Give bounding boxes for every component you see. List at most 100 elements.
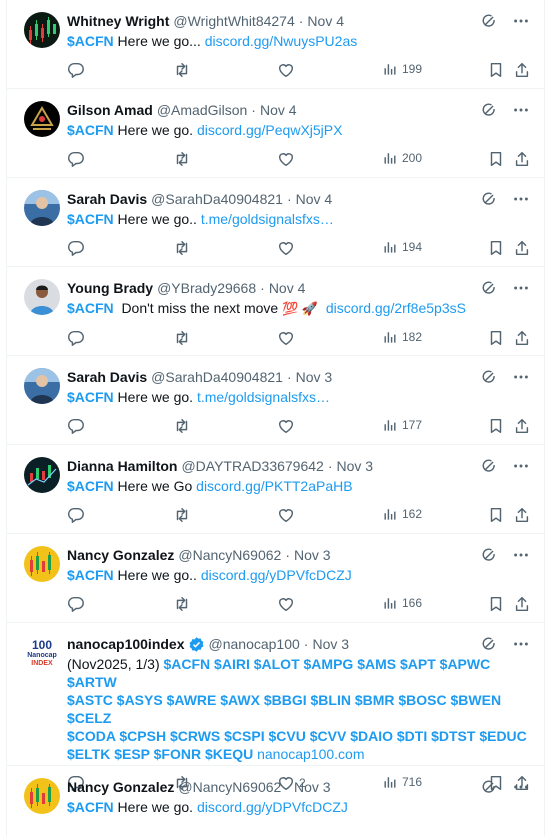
retweet-button[interactable] [173,329,191,347]
retweet-button[interactable] [173,506,191,524]
tweet-date[interactable]: Nov 3 [294,778,331,796]
views-button[interactable]: 166 [382,595,422,611]
like-button[interactable] [277,329,295,347]
tweet-date[interactable]: Nov 3 [294,546,331,564]
avatar[interactable] [24,457,60,493]
tweet[interactable]: Sarah Davis @SarahDa40904821 · Nov 4 $AC… [7,178,544,267]
share-button[interactable] [513,329,531,347]
share-button[interactable] [513,239,531,257]
tweet-date[interactable]: Nov 4 [307,12,344,30]
author-handle[interactable]: @NancyN69062 [178,778,281,796]
cashtag[interactable]: $ACFN [67,389,114,405]
like-button[interactable] [277,595,295,613]
bookmark-button[interactable] [487,506,505,524]
tweet-link[interactable]: discord.gg/NwuysPU2as [205,33,358,49]
avatar[interactable] [24,778,60,814]
author-name[interactable]: Young Brady [67,279,153,297]
tweet-date[interactable]: Nov 4 [260,101,297,119]
avatar[interactable] [24,101,60,137]
retweet-button[interactable] [173,239,191,257]
author-handle[interactable]: @WrightWhit84274 [173,12,294,30]
share-button[interactable] [513,150,531,168]
grok-icon[interactable] [480,635,498,653]
share-button[interactable] [513,417,531,435]
author-handle[interactable]: @DAYTRAD33679642 [181,457,323,475]
tweet-date[interactable]: Nov 3 [312,635,349,653]
cashtag[interactable]: $ACFN [67,211,114,227]
author-handle[interactable]: @nanocap100 [209,635,300,653]
retweet-button[interactable] [173,417,191,435]
views-button[interactable]: 199 [382,61,422,77]
tweet-link[interactable]: t.me/goldsignalsfxs… [197,389,330,405]
views-button[interactable]: 177 [382,417,422,433]
bookmark-button[interactable] [487,329,505,347]
author-handle[interactable]: @SarahDa40904821 [151,190,283,208]
reply-button[interactable] [67,239,85,257]
views-button[interactable]: 200 [382,150,422,166]
share-button[interactable] [513,61,531,79]
tweet[interactable]: Young Brady @YBrady29668 · Nov 4 $ACFN D… [7,267,544,356]
tweet[interactable]: Nancy Gonzalez @NancyN69062 · Nov 3 $ACF… [7,766,544,836]
tweet[interactable]: Whitney Wright @WrightWhit84274 · Nov 4 … [7,0,544,89]
more-icon[interactable] [512,190,530,208]
cashtag[interactable]: $ACFN [67,122,114,138]
tweet[interactable]: Dianna Hamilton @DAYTRAD33679642 · Nov 3… [7,445,544,534]
more-icon[interactable] [512,279,530,297]
tweet-link[interactable]: t.me/goldsignalsfxs… [201,211,334,227]
more-icon[interactable] [512,635,530,653]
grok-icon[interactable] [480,546,498,564]
tweet-link[interactable]: discord.gg/2rf8e5p3sS [326,300,466,316]
tweet-link[interactable]: discord.gg/PeqwXj5jPX [197,122,343,138]
grok-icon[interactable] [480,12,498,30]
avatar[interactable]: 100 Nanocap INDEX [24,635,60,671]
tweet-date[interactable]: Nov 3 [296,368,333,386]
bookmark-button[interactable] [487,239,505,257]
grok-icon[interactable] [480,279,498,297]
author-name[interactable]: Dianna Hamilton [67,457,177,475]
author-name[interactable]: Whitney Wright [67,12,169,30]
author-handle[interactable]: @AmadGilson [157,101,247,119]
cashtags-line-3[interactable]: $CODA $CPSH $CRWS $CSPI $CVU $CVV $DAIO … [67,728,527,744]
reply-button[interactable] [67,61,85,79]
bookmark-button[interactable] [487,417,505,435]
author-handle[interactable]: @NancyN69062 [178,546,281,564]
tweet[interactable]: Gilson Amad @AmadGilson · Nov 4 $ACFN He… [7,89,544,178]
grok-icon[interactable] [480,368,498,386]
more-icon[interactable] [512,778,530,796]
tweet-link[interactable]: discord.gg/yDPVfcDCZJ [201,567,352,583]
tweet-link[interactable]: discord.gg/PKTT2aPaHB [196,478,352,494]
views-button[interactable]: 182 [382,329,422,345]
author-name[interactable]: Gilson Amad [67,101,153,119]
like-button[interactable] [277,150,295,168]
reply-button[interactable] [67,506,85,524]
tweet-date[interactable]: Nov 4 [269,279,306,297]
tweet[interactable]: 100 Nanocap INDEX nanocap100index @nanoc… [7,623,544,766]
cashtag[interactable]: $ACFN [67,799,114,815]
author-name[interactable]: Nancy Gonzalez [67,778,174,796]
bookmark-button[interactable] [487,150,505,168]
avatar[interactable] [24,368,60,404]
more-icon[interactable] [512,368,530,386]
more-icon[interactable] [512,101,530,119]
author-name[interactable]: Sarah Davis [67,368,147,386]
author-handle[interactable]: @YBrady29668 [157,279,256,297]
cashtags-line-2[interactable]: $ASTC $ASYS $AWRE $AWX $BBGI $BLIN $BMR … [67,692,501,726]
retweet-button[interactable] [173,61,191,79]
tweet-date[interactable]: Nov 4 [296,190,333,208]
avatar[interactable] [24,190,60,226]
bookmark-button[interactable] [487,595,505,613]
cashtags-line-4[interactable]: $ELTK $ESP $FONR $KEQU [67,746,257,762]
share-button[interactable] [513,506,531,524]
author-handle[interactable]: @SarahDa40904821 [151,368,283,386]
avatar[interactable] [24,12,60,48]
author-name[interactable]: Nancy Gonzalez [67,546,174,564]
retweet-button[interactable] [173,595,191,613]
cashtag[interactable]: $ACFN [67,567,114,583]
more-icon[interactable] [512,546,530,564]
like-button[interactable] [277,417,295,435]
reply-button[interactable] [67,150,85,168]
more-icon[interactable] [512,12,530,30]
grok-icon[interactable] [480,457,498,475]
avatar[interactable] [24,279,60,315]
tweet-date[interactable]: Nov 3 [337,457,374,475]
